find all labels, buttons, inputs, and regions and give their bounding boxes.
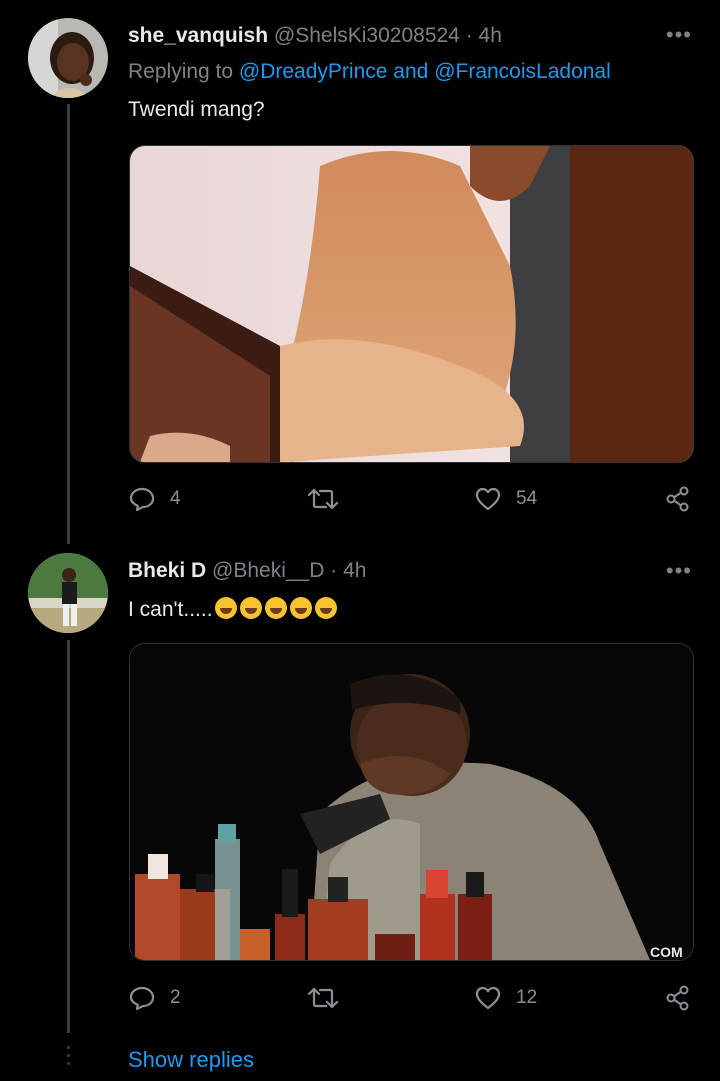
tweet-header: she_vanquish @ShelsKi30208524 · 4h (128, 24, 502, 48)
reply-count: 2 (170, 987, 181, 1008)
grin-emoji-icon (314, 597, 337, 619)
tweet-header: Bheki D @Bheki__D · 4h (128, 559, 366, 583)
retweet-action[interactable] (306, 485, 354, 513)
retweet-icon (307, 488, 339, 510)
mention-link[interactable]: @FrancoisLadonal (434, 60, 611, 83)
share-icon (666, 985, 689, 1011)
replying-to-label: Replying to (128, 60, 234, 83)
reply-icon (129, 986, 155, 1011)
like-action[interactable]: 54 (474, 485, 537, 513)
user-handle[interactable]: @ShelsKi30208524 (274, 24, 460, 47)
more-options-icon[interactable]: ••• (666, 22, 692, 48)
rofl-emoji-icon (239, 597, 262, 619)
tweet-text: I can't..... (128, 597, 340, 622)
tweet-text-body: I can't..... (128, 598, 213, 621)
thread-dots (65, 1046, 72, 1070)
heart-icon (475, 487, 501, 511)
display-name[interactable]: she_vanquish (128, 24, 268, 47)
grin-emoji-icon (289, 597, 312, 619)
share-action[interactable] (664, 984, 692, 1012)
tweet-actions: 2 12 (128, 984, 694, 1014)
reply-icon (129, 487, 155, 512)
laughing-man-image: COM (130, 644, 693, 960)
rofl-emoji-icon (214, 597, 237, 619)
avatar[interactable] (28, 553, 108, 633)
watermark: COM (650, 944, 683, 960)
timestamp[interactable]: · 4h (466, 24, 502, 47)
more-options-icon[interactable]: ••• (666, 558, 692, 584)
mention-link[interactable]: @DreadyPrince (239, 60, 388, 83)
like-count: 12 (516, 987, 538, 1008)
share-icon (666, 486, 689, 512)
reply-count: 4 (170, 488, 181, 509)
share-action[interactable] (664, 485, 692, 513)
avatar[interactable] (28, 18, 108, 98)
emoji-group (214, 597, 340, 621)
mention-connector[interactable]: and (393, 60, 428, 83)
tweet[interactable]: Bheki D @Bheki__D · 4h ••• I can't..... … (0, 550, 720, 1030)
retweet-icon (307, 987, 339, 1009)
like-action[interactable]: 12 (474, 984, 537, 1012)
like-count: 54 (516, 488, 538, 509)
tweet-image[interactable]: COM (129, 643, 694, 961)
cat-image (130, 146, 693, 462)
heart-icon (475, 986, 501, 1010)
rofl-emoji-icon (264, 597, 287, 619)
tweet-text: Twendi mang? (128, 98, 265, 121)
show-replies-link[interactable]: Show replies (128, 1047, 254, 1073)
tweet-actions: 4 54 (128, 485, 694, 515)
timestamp[interactable]: · 4h (330, 559, 366, 582)
retweet-action[interactable] (306, 984, 354, 1012)
tweet[interactable]: she_vanquish @ShelsKi30208524 · 4h ••• R… (0, 0, 720, 540)
reply-action[interactable]: 2 (128, 984, 181, 1012)
user-handle[interactable]: @Bheki__D (212, 559, 324, 582)
tweet-image[interactable] (129, 145, 694, 463)
display-name[interactable]: Bheki D (128, 559, 206, 582)
replying-to: Replying to @DreadyPrince and @FrancoisL… (128, 60, 611, 84)
reply-action[interactable]: 4 (128, 485, 181, 513)
